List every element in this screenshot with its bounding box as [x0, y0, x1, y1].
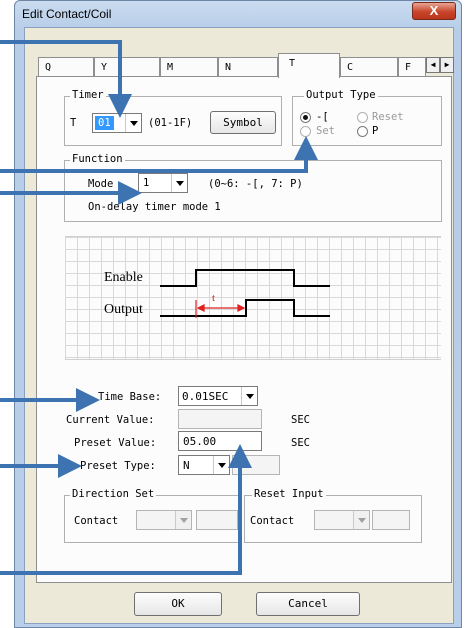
timing-waveforms: [160, 269, 330, 318]
delay-label: t: [212, 292, 216, 304]
